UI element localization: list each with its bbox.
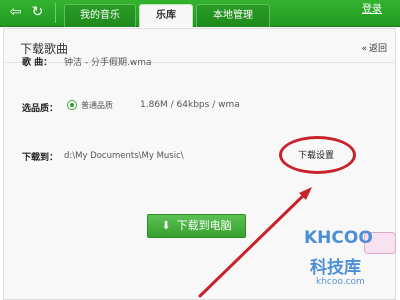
watermark-title: 科技库	[310, 258, 361, 278]
watermark-url: khcoo.com	[316, 277, 365, 287]
watermark-logo: KHCOO	[304, 228, 373, 248]
watermark: KHCOO 科技库 khcoo.com	[304, 228, 396, 300]
annotation-arrow-line	[198, 191, 308, 298]
